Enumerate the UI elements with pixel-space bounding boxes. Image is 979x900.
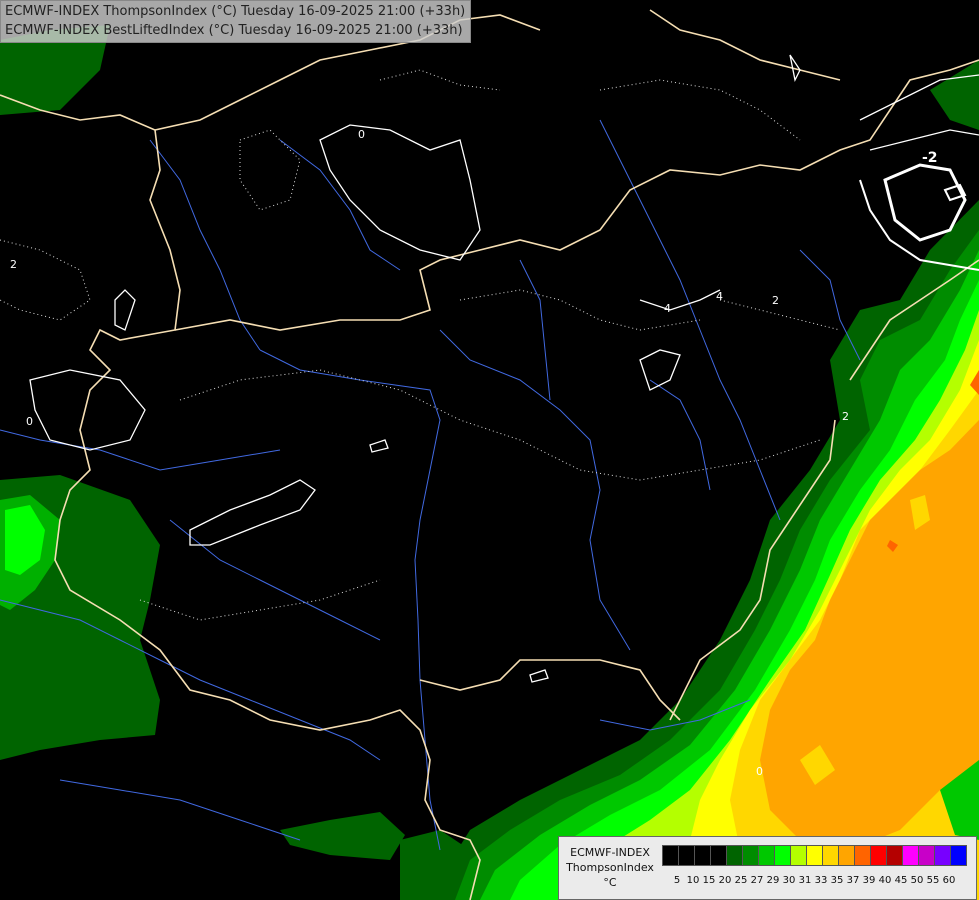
map-title-box: ECMWF-INDEX ThompsonIndex (°C) Tuesday 1… xyxy=(0,0,472,43)
legend-tick-label: 31 xyxy=(798,875,812,886)
legend-tick-label: 40 xyxy=(878,875,892,886)
legend-swatch xyxy=(758,845,775,866)
legend-swatch xyxy=(870,845,887,866)
contour-label: 4 xyxy=(664,302,671,315)
legend-tick-label: 29 xyxy=(766,875,780,886)
legend-tick-label: 45 xyxy=(894,875,908,886)
legend-ticks: 5 10 15 20 25 27 29 30 31 33 35 37 39 40 45 50 55 60 xyxy=(669,875,957,886)
legend-tick-label: 30 xyxy=(782,875,796,886)
legend-swatch xyxy=(918,845,935,866)
legend-swatch xyxy=(710,845,727,866)
legend-swatch xyxy=(678,845,695,866)
legend-swatch xyxy=(854,845,871,866)
legend-tick-label: 27 xyxy=(750,875,764,886)
legend-tick-label: 35 xyxy=(830,875,844,886)
map-title-line-2: ECMWF-INDEX BestLiftedIndex (°C) Tuesday… xyxy=(5,23,463,38)
legend-swatch xyxy=(806,845,823,866)
contour-label: 0 xyxy=(358,128,365,141)
legend-tick-label: 39 xyxy=(862,875,876,886)
legend-swatch xyxy=(774,845,791,866)
legend-unit: °C xyxy=(603,876,617,889)
legend-swatch xyxy=(662,845,679,866)
legend-tick-label: 20 xyxy=(718,875,732,886)
thompson-index-map: 0 -2 2 4 4 2 0 2 0 xyxy=(0,0,979,900)
contour-label: 4 xyxy=(716,290,723,303)
contour-label: 2 xyxy=(842,410,849,423)
contour-label: 2 xyxy=(772,294,779,307)
legend-swatch xyxy=(726,845,743,866)
contour-label: 0 xyxy=(756,765,763,778)
legend-swatch xyxy=(934,845,951,866)
legend-swatch xyxy=(902,845,919,866)
legend-tick-label: 25 xyxy=(734,875,748,886)
contour-label: -2 xyxy=(922,150,938,166)
legend-swatches xyxy=(662,845,967,866)
legend-swatch xyxy=(950,845,967,866)
legend-title: ECMWF-INDEX ThompsonIndex °C xyxy=(561,845,659,890)
legend-swatch xyxy=(822,845,839,866)
color-legend: ECMWF-INDEX ThompsonIndex °C 5 10 15 20 25 27… xyxy=(558,836,977,900)
legend-swatch xyxy=(694,845,711,866)
legend-tick-label: 55 xyxy=(926,875,940,886)
legend-swatch xyxy=(886,845,903,866)
legend-tick-label: 37 xyxy=(846,875,860,886)
legend-tick-label: 15 xyxy=(702,875,716,886)
legend-swatch xyxy=(790,845,807,866)
map-title-line-1: ECMWF-INDEX ThompsonIndex (°C) Tuesday 1… xyxy=(5,4,466,19)
legend-swatch xyxy=(742,845,759,866)
legend-swatch xyxy=(838,845,855,866)
contour-label: 2 xyxy=(10,258,17,271)
legend-tick-label: 10 xyxy=(686,875,700,886)
legend-tick-label: 60 xyxy=(942,875,956,886)
legend-tick-label: 5 xyxy=(673,875,681,886)
contour-label: 0 xyxy=(26,415,33,428)
legend-tick-label: 50 xyxy=(910,875,924,886)
legend-model: ECMWF-INDEX xyxy=(570,846,650,859)
legend-tick-label: 33 xyxy=(814,875,828,886)
legend-variable: ThompsonIndex xyxy=(566,861,654,874)
